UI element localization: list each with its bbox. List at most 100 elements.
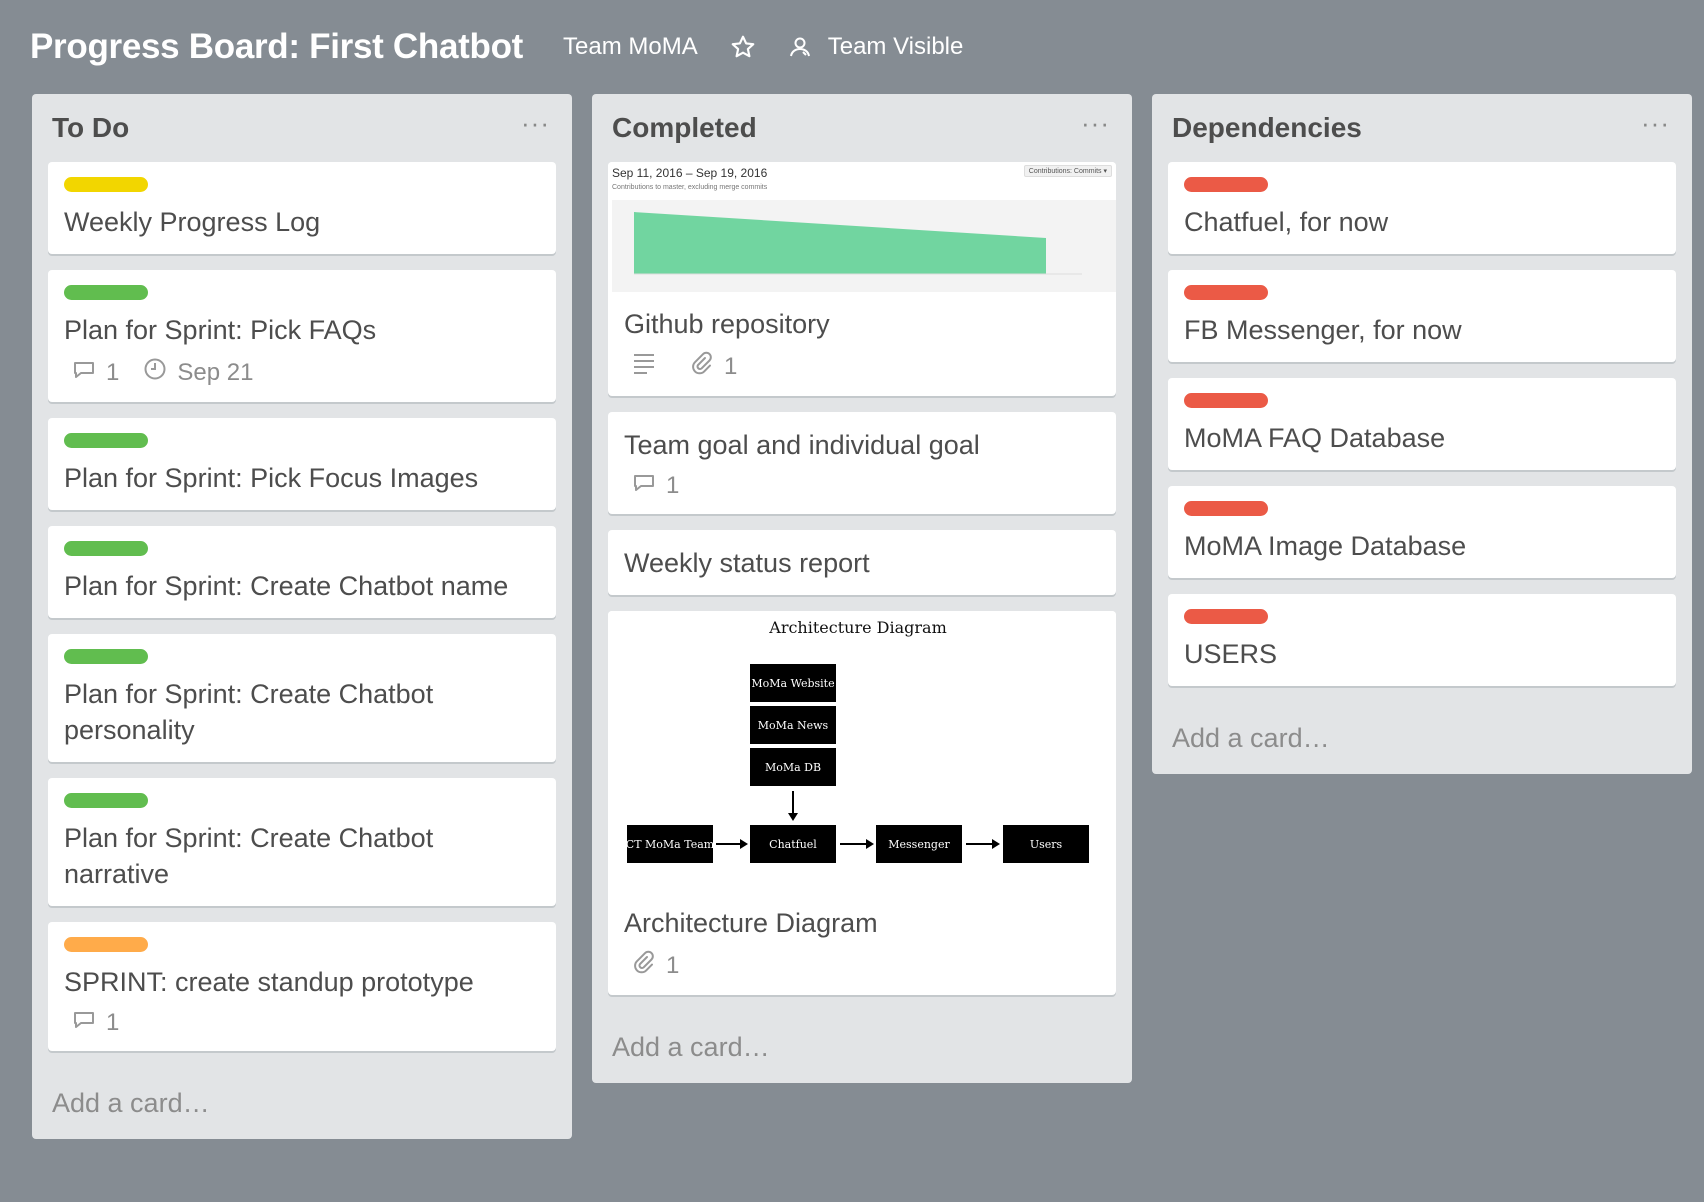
comments-badge: 1 [72, 1009, 119, 1037]
card-badges: 1 [624, 472, 1100, 500]
card-label [64, 937, 148, 952]
card-create-chatbot-personality[interactable]: Plan for Sprint: Create Chatbot personal… [48, 634, 556, 762]
card-weekly-progress-log[interactable]: Weekly Progress Log [48, 162, 556, 254]
team-button[interactable]: Team MoMA [563, 33, 698, 61]
attachments-count: 1 [666, 951, 680, 979]
card-moma-faq-database[interactable]: MoMA FAQ Database [1168, 378, 1676, 470]
card-standup-prototype[interactable]: SPRINT: create standup prototype 1 [48, 922, 556, 1051]
card-cover-image: Sep 11, 2016 – Sep 19, 2016 Contribution… [608, 162, 1116, 292]
card-title: Plan for Sprint: Create Chatbot name [64, 571, 509, 601]
box-label: CT MoMa Team [626, 838, 715, 851]
add-card-button[interactable]: Add a card… [48, 1067, 556, 1139]
arrowhead [788, 813, 798, 821]
card-title: Plan for Sprint: Pick Focus Images [64, 463, 479, 493]
attachment-icon [690, 351, 724, 382]
card-label [64, 541, 148, 556]
card-label [64, 433, 148, 448]
card-title: Architecture Diagram [624, 908, 878, 938]
card-title: Weekly status report [624, 548, 870, 578]
card-moma-image-database[interactable]: MoMA Image Database [1168, 486, 1676, 578]
card-chatfuel[interactable]: Chatfuel, for now [1168, 162, 1676, 254]
attachments-count: 1 [724, 352, 738, 380]
card-title: Github repository [624, 309, 830, 339]
card-title: Plan for Sprint: Pick FAQs [64, 315, 377, 345]
list-menu-button[interactable]: ··· [521, 110, 556, 136]
card-badges: 1 [624, 351, 1100, 382]
card-title: Weekly Progress Log [64, 207, 321, 237]
list-menu-button[interactable]: ··· [1641, 110, 1676, 136]
card-title: FB Messenger, for now [1184, 315, 1462, 345]
board-header: Progress Board: First Chatbot Team MoMA … [0, 0, 1704, 94]
clock-icon [143, 357, 177, 388]
card-title: Plan for Sprint: Create Chatbot narrativ… [64, 823, 434, 889]
box-label: Chatfuel [769, 838, 817, 851]
architecture-diagram: Architecture Diagram MoMa Website MoMa N… [626, 618, 1089, 863]
box-label: MoMa Website [751, 677, 834, 690]
card-create-chatbot-narrative[interactable]: Plan for Sprint: Create Chatbot narrativ… [48, 778, 556, 906]
comments-badge: 1 [632, 472, 679, 500]
card-badges: 1 [64, 1009, 540, 1037]
card-pick-faqs[interactable]: Plan for Sprint: Pick FAQs 1 Sep 21 [48, 270, 556, 402]
card-title: SPRINT: create standup prototype [64, 967, 474, 997]
star-button[interactable] [730, 34, 756, 60]
comments-count: 1 [666, 472, 680, 499]
arrowhead [866, 839, 874, 849]
list-header: Completed ··· [608, 94, 1116, 162]
cover-chart [612, 200, 1116, 292]
box-label: Users [1030, 838, 1063, 851]
card-create-chatbot-name[interactable]: Plan for Sprint: Create Chatbot name [48, 526, 556, 618]
list-title[interactable]: To Do [52, 112, 129, 144]
comments-count: 1 [106, 1009, 120, 1036]
team-visible-icon [788, 35, 812, 59]
description-badge [632, 352, 666, 381]
visibility-button[interactable]: Team Visible [788, 33, 964, 61]
comments-badge: 1 [72, 359, 119, 387]
list-completed: Completed ··· Sep 11, 2016 – Sep 19, 201… [592, 94, 1132, 1083]
box-label: Messenger [888, 838, 950, 851]
star-icon [730, 34, 756, 60]
card-label [64, 285, 148, 300]
list-title[interactable]: Completed [612, 112, 757, 144]
add-card-button[interactable]: Add a card… [608, 1011, 1116, 1083]
card-pick-focus-images[interactable]: Plan for Sprint: Pick Focus Images [48, 418, 556, 510]
contributions-area [634, 212, 1046, 274]
card-cover-image: Architecture Diagram MoMa Website MoMa N… [608, 611, 1116, 891]
card-title: Team goal and individual goal [624, 430, 980, 460]
add-card-button[interactable]: Add a card… [1168, 702, 1676, 774]
card-team-goal[interactable]: Team goal and individual goal 1 [608, 412, 1116, 514]
comment-icon [72, 1009, 106, 1037]
card-label [64, 177, 148, 192]
comment-icon [632, 472, 666, 500]
card-badges: 1 Sep 21 [64, 357, 540, 388]
card-fb-messenger[interactable]: FB Messenger, for now [1168, 270, 1676, 362]
card-title: MoMA Image Database [1184, 531, 1467, 561]
attachments-badge: 1 [632, 950, 679, 981]
attachment-icon [632, 950, 666, 981]
card-label [64, 649, 148, 664]
arrowhead [992, 839, 1000, 849]
cover-date-range: Sep 11, 2016 – Sep 19, 2016 [612, 166, 768, 180]
card-users[interactable]: USERS [1168, 594, 1676, 686]
cover-subtitle: Contributions to master, excluding merge… [612, 184, 768, 191]
list-header: To Do ··· [48, 94, 556, 162]
list-title[interactable]: Dependencies [1172, 112, 1362, 144]
list-menu-button[interactable]: ··· [1081, 110, 1116, 136]
list-todo: To Do ··· Weekly Progress Log Plan for S… [32, 94, 572, 1139]
card-weekly-status-report[interactable]: Weekly status report [608, 530, 1116, 595]
box-label: MoMa DB [765, 761, 821, 774]
list-dependencies: Dependencies ··· Chatfuel, for now FB Me… [1152, 94, 1692, 774]
card-architecture-diagram[interactable]: Architecture Diagram MoMa Website MoMa N… [608, 611, 1116, 995]
arrowhead [740, 839, 748, 849]
card-title: Plan for Sprint: Create Chatbot personal… [64, 679, 434, 745]
cover-dropdown: Contributions: Commits ▾ [1023, 165, 1112, 177]
due-date-badge: Sep 21 [143, 357, 253, 388]
visibility-label: Team Visible [827, 33, 964, 60]
card-label [1184, 501, 1268, 516]
card-badges: 1 [624, 950, 1100, 981]
card-github-repository[interactable]: Sep 11, 2016 – Sep 19, 2016 Contribution… [608, 162, 1116, 396]
comments-count: 1 [106, 358, 120, 386]
card-label [64, 793, 148, 808]
board-title[interactable]: Progress Board: First Chatbot [30, 27, 523, 67]
box-label: MoMa News [758, 719, 829, 732]
card-title: Chatfuel, for now [1184, 207, 1389, 237]
